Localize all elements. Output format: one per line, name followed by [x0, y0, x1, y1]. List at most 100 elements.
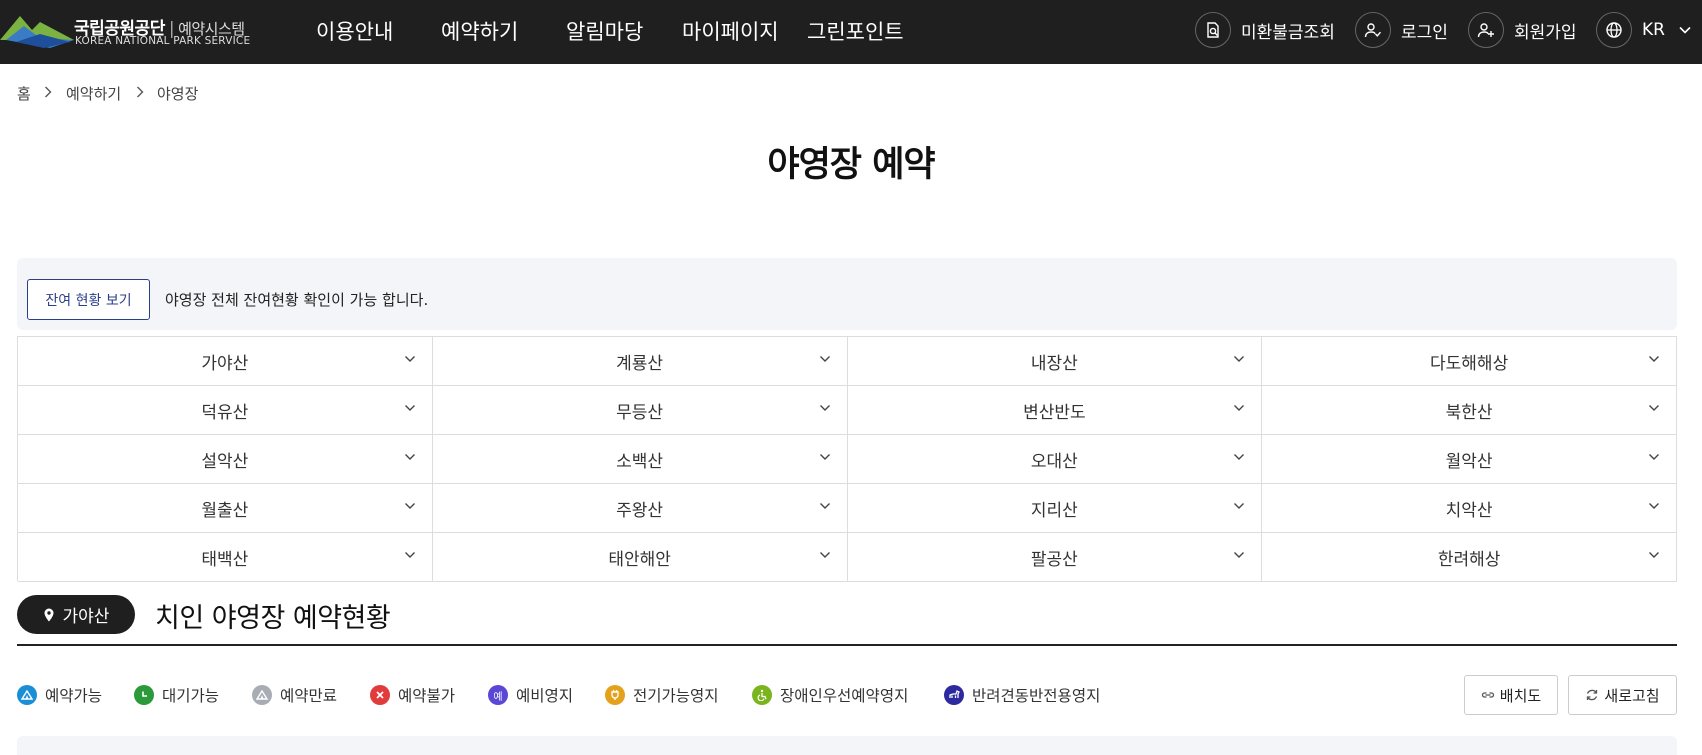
- park-name: 한려해상: [1437, 549, 1501, 570]
- park-dropdown[interactable]: 계룡산: [432, 337, 848, 386]
- chevron-down-icon: [819, 552, 830, 558]
- legend-label: 예약만료: [280, 687, 338, 705]
- park-dropdown[interactable]: 태백산: [18, 533, 433, 582]
- legend-expired: 예약만료: [252, 683, 337, 707]
- park-dropdown[interactable]: 오대산: [847, 435, 1263, 484]
- park-name: 오대산: [1030, 451, 1078, 472]
- legend-label: 전기가능영지: [633, 687, 719, 705]
- language-label: KR: [1642, 20, 1665, 40]
- park-dropdown[interactable]: 덕유산: [18, 386, 433, 435]
- park-name: 내장산: [1030, 353, 1078, 374]
- breadcrumb-reservation[interactable]: 예약하기: [66, 83, 121, 104]
- section-divider: [17, 644, 1677, 646]
- reserve-badge-icon: 예: [488, 685, 508, 705]
- login-button[interactable]: 로그인: [1355, 12, 1448, 48]
- park-dropdown[interactable]: 내장산: [847, 337, 1263, 386]
- chevron-down-icon: [1234, 503, 1245, 509]
- park-dropdown[interactable]: 태안해안: [432, 533, 848, 582]
- logo-english: KOREA NATIONAL PARK SERVICE: [75, 35, 251, 47]
- refresh-label: 새로고침: [1604, 686, 1660, 705]
- location-label: 가야산: [62, 607, 110, 627]
- chevron-down-icon: [404, 356, 415, 362]
- legend-label: 예약가능: [45, 687, 103, 705]
- legend-unavailable: 예약불가: [370, 683, 455, 707]
- park-name: 소백산: [616, 451, 664, 472]
- nav-notice[interactable]: 알림마당: [566, 16, 643, 46]
- wheelchair-icon: [752, 685, 772, 705]
- park-dropdown[interactable]: 변산반도: [847, 386, 1263, 435]
- signup-button[interactable]: 회원가입: [1468, 12, 1577, 48]
- chevron-down-icon: [404, 552, 415, 558]
- park-dropdown[interactable]: 무등산: [432, 386, 848, 435]
- park-dropdown[interactable]: 치악산: [1262, 484, 1677, 533]
- chevron-down-icon: [1649, 454, 1659, 460]
- map-pin-icon: [44, 608, 54, 621]
- chevron-down-icon: [404, 454, 415, 460]
- chevron-down-icon: [819, 454, 830, 460]
- info-text: 야영장 전체 잔여현황 확인이 가능 합니다.: [165, 291, 429, 309]
- park-dropdown[interactable]: 가야산: [18, 337, 433, 386]
- park-dropdown[interactable]: 북한산: [1262, 386, 1677, 435]
- park-name: 변산반도: [1023, 402, 1086, 423]
- refresh-button[interactable]: 새로고침: [1568, 675, 1677, 715]
- park-dropdown[interactable]: 설악산: [18, 435, 433, 484]
- top-header: 국립공원공단 | 예약시스템 KOREA NATIONAL PARK SERVICE…: [0, 0, 1702, 64]
- park-name: 팔공산: [1030, 549, 1078, 570]
- chevron-down-icon: [1234, 356, 1245, 362]
- chevron-down-icon: [1234, 552, 1245, 558]
- mountain-logo-icon: [0, 16, 74, 48]
- legend-label: 대기가능: [162, 687, 220, 705]
- view-remaining-button[interactable]: 잔여 현황 보기: [27, 279, 150, 320]
- nav-greenpoint[interactable]: 그린포인트: [807, 16, 904, 46]
- park-name: 다도해해상: [1430, 353, 1509, 374]
- info-box: 잔여 현황 보기 야영장 전체 잔여현황 확인이 가능 합니다.: [17, 258, 1677, 330]
- chevron-down-icon: [819, 356, 830, 362]
- camping-tent-icon: [17, 685, 37, 705]
- park-dropdown[interactable]: 한려해상: [1262, 533, 1677, 582]
- nav-mypage[interactable]: 마이페이지: [682, 16, 779, 46]
- chevron-down-icon: [819, 503, 830, 509]
- site-logo[interactable]: 국립공원공단 | 예약시스템 KOREA NATIONAL PARK SERVICE: [0, 8, 260, 52]
- chevron-down-icon: [1679, 26, 1691, 34]
- location-pill[interactable]: 가야산: [17, 595, 135, 634]
- park-dropdown[interactable]: 소백산: [432, 435, 848, 484]
- login-label: 로그인: [1401, 22, 1448, 43]
- legend-label: 예약불가: [398, 687, 456, 705]
- language-selector[interactable]: KR: [1596, 12, 1691, 48]
- park-name: 무등산: [616, 402, 664, 423]
- park-name: 덕유산: [201, 402, 249, 423]
- chevron-right-icon: [45, 86, 52, 98]
- layout-map-button[interactable]: 배치도: [1464, 675, 1558, 715]
- nav-reservation[interactable]: 예약하기: [441, 16, 518, 46]
- document-search-icon: [1195, 12, 1231, 48]
- park-dropdown[interactable]: 월출산: [18, 484, 433, 533]
- nav-guide[interactable]: 이용안내: [316, 16, 393, 46]
- park-dropdown[interactable]: 지리산: [847, 484, 1263, 533]
- chevron-down-icon: [1234, 454, 1245, 460]
- chevron-down-icon: [1649, 356, 1659, 362]
- park-dropdown[interactable]: 팔공산: [847, 533, 1263, 582]
- park-selector-grid: 가야산 계룡산 내장산 다도해해상덕유산 무등산 변산반도 북한산설악산 소백산 오대산 월악산월…: [17, 336, 1677, 582]
- park-dropdown[interactable]: 주왕산: [432, 484, 848, 533]
- legend-label: 예비영지: [516, 687, 574, 705]
- park-name: 계룡산: [616, 353, 664, 374]
- park-dropdown[interactable]: 다도해해상: [1262, 337, 1677, 386]
- refresh-icon: [1587, 689, 1598, 701]
- park-dropdown[interactable]: 월악산: [1262, 435, 1677, 484]
- globe-icon: [1596, 12, 1632, 48]
- electric-plug-icon: [605, 685, 625, 705]
- user-add-icon: [1468, 12, 1504, 48]
- breadcrumb-campsite[interactable]: 야영장: [157, 83, 198, 104]
- signup-label: 회원가입: [1514, 22, 1577, 43]
- chevron-right-icon: [137, 86, 144, 98]
- reservation-status-panel: [17, 736, 1677, 755]
- park-name: 주왕산: [616, 500, 664, 521]
- park-name: 가야산: [201, 353, 249, 374]
- breadcrumb-home[interactable]: 홈: [17, 83, 31, 104]
- legend-pet: 반려견동반전용영지: [944, 683, 1100, 707]
- legend-electric: 전기가능영지: [605, 683, 719, 707]
- park-name: 월출산: [201, 500, 249, 521]
- refund-lookup-button[interactable]: 미환불금조회: [1195, 12, 1335, 48]
- chevron-down-icon: [1649, 503, 1659, 509]
- legend-label: 장애인우선예약영지: [780, 687, 909, 705]
